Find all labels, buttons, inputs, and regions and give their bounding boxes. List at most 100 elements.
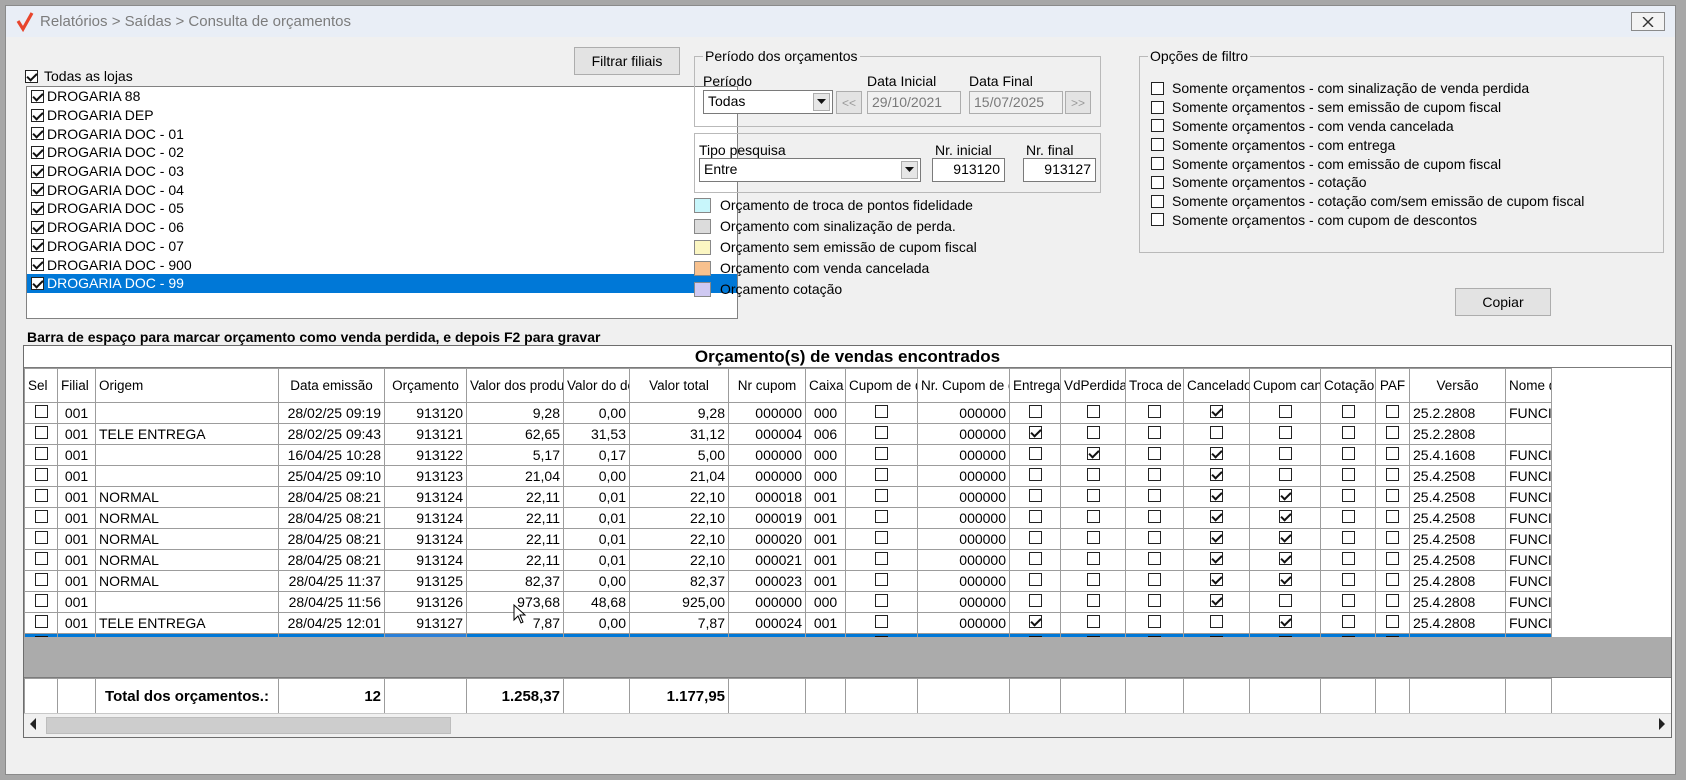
cell-cancelado[interactable] bbox=[1183, 465, 1250, 487]
cancelado-checkbox[interactable] bbox=[1210, 573, 1223, 586]
cell-paf[interactable] bbox=[1375, 591, 1410, 613]
vdperdida-checkbox[interactable] bbox=[1086, 615, 1100, 628]
paf-checkbox[interactable] bbox=[1386, 405, 1399, 418]
cell-vdperdida[interactable] bbox=[1060, 591, 1126, 613]
cupcanc-checkbox[interactable] bbox=[1278, 552, 1292, 565]
table-row[interactable]: 001 NORMAL 28/04/25 08:21 913124 22,11 0,01 22… bbox=[24, 528, 1552, 550]
cell-cupom[interactable]: 000018 bbox=[728, 486, 806, 508]
entrega-checkbox[interactable] bbox=[1028, 426, 1042, 439]
cell-cancelado[interactable] bbox=[1183, 507, 1250, 529]
cupdesc-checkbox[interactable] bbox=[875, 573, 888, 586]
cell-cupcanc[interactable] bbox=[1249, 402, 1321, 424]
entrega-checkbox[interactable] bbox=[1028, 468, 1042, 481]
cell-sel[interactable] bbox=[24, 549, 58, 571]
cell-orc[interactable]: 913124 bbox=[384, 528, 467, 550]
cancelado-checkbox[interactable] bbox=[1210, 510, 1223, 523]
cell-cancelado[interactable] bbox=[1183, 591, 1250, 613]
cupcanc-checkbox[interactable] bbox=[1278, 615, 1292, 628]
table-row[interactable]: 001 28/04/25 11:56 913126 973,68 48,68 925,00… bbox=[24, 591, 1552, 613]
cell-cancelado[interactable] bbox=[1183, 612, 1250, 634]
filter-option[interactable]: Somente orçamentos - com sinalização de … bbox=[1151, 79, 1584, 98]
troca-checkbox[interactable] bbox=[1148, 510, 1161, 523]
cell-vprod[interactable]: 9,28 bbox=[466, 402, 564, 424]
cell-sel[interactable] bbox=[24, 465, 58, 487]
table-row[interactable]: 001 28/02/25 09:19 913120 9,28 0,00 9,28 00000… bbox=[24, 402, 1552, 424]
cell-cotacao[interactable] bbox=[1320, 507, 1376, 529]
sel-checkbox[interactable] bbox=[34, 468, 48, 481]
cupdesc-checkbox[interactable] bbox=[875, 510, 888, 523]
cell-versao[interactable]: 25.2.2808 bbox=[1409, 423, 1506, 445]
filter-option[interactable]: Somente orçamentos - com emissão de cupo… bbox=[1151, 154, 1584, 173]
cotacao-checkbox[interactable] bbox=[1341, 447, 1355, 460]
cupcanc-checkbox[interactable] bbox=[1278, 405, 1292, 418]
cell-nrcupdesc[interactable]: 000000 bbox=[917, 612, 1010, 634]
store-checkbox[interactable] bbox=[31, 201, 44, 215]
cell-cupom[interactable]: 000000 bbox=[728, 402, 806, 424]
cell-vtot[interactable]: 22,10 bbox=[629, 549, 729, 571]
vdperdida-checkbox[interactable] bbox=[1086, 573, 1100, 586]
column-header[interactable]: VdPerdida bbox=[1060, 368, 1126, 403]
cell-entrega[interactable] bbox=[1009, 486, 1061, 508]
entrega-checkbox[interactable] bbox=[1028, 405, 1042, 418]
cell-entrega[interactable] bbox=[1009, 612, 1061, 634]
cell-nome[interactable]: FUNCIO bbox=[1505, 591, 1552, 613]
cell-vdperdida[interactable] bbox=[1060, 486, 1126, 508]
cell-sel[interactable] bbox=[24, 507, 58, 529]
cell-vtot[interactable]: 22,10 bbox=[629, 486, 729, 508]
cell-sel[interactable] bbox=[24, 423, 58, 445]
cell-data[interactable]: 28/04/25 08:21 bbox=[278, 549, 385, 571]
cell-paf[interactable] bbox=[1375, 486, 1410, 508]
entrega-checkbox[interactable] bbox=[1028, 615, 1042, 628]
troca-checkbox[interactable] bbox=[1148, 531, 1161, 544]
cell-troca[interactable] bbox=[1125, 465, 1184, 487]
cell-nome[interactable]: FUNCIO bbox=[1505, 486, 1552, 508]
cotacao-checkbox[interactable] bbox=[1341, 573, 1355, 586]
column-header[interactable]: Orçamento bbox=[384, 368, 467, 403]
cell-cupcanc[interactable] bbox=[1249, 612, 1321, 634]
next-period-button[interactable]: >> bbox=[1065, 91, 1091, 114]
cancelado-checkbox[interactable] bbox=[1210, 426, 1223, 439]
cell-versao[interactable]: 25.4.2508 bbox=[1409, 528, 1506, 550]
cell-cancelado[interactable] bbox=[1183, 486, 1250, 508]
filter-option-checkbox[interactable] bbox=[1151, 194, 1164, 208]
cell-data[interactable]: 28/04/25 11:37 bbox=[278, 570, 385, 592]
filter-option-checkbox[interactable] bbox=[1151, 81, 1164, 95]
cell-origem[interactable]: TELE ENTREGA bbox=[95, 423, 279, 445]
cell-cupom[interactable]: 000000 bbox=[728, 465, 806, 487]
column-header[interactable]: Sel bbox=[24, 368, 58, 403]
cell-cancelado[interactable] bbox=[1183, 423, 1250, 445]
start-date-field[interactable]: 29/10/2021 bbox=[867, 91, 961, 114]
store-checkbox[interactable] bbox=[31, 239, 44, 253]
store-list-item[interactable]: DROGARIA DOC - 900 bbox=[27, 255, 737, 274]
cell-vprod[interactable]: 5,17 bbox=[466, 444, 564, 466]
cell-orc[interactable]: 913123 bbox=[384, 465, 467, 487]
cupdesc-checkbox[interactable] bbox=[875, 447, 888, 460]
column-header[interactable]: Cupom de desconto bbox=[845, 368, 918, 403]
cell-cupdesc[interactable] bbox=[845, 591, 918, 613]
cell-orc[interactable]: 913124 bbox=[384, 549, 467, 571]
cell-filial[interactable]: 001 bbox=[57, 591, 96, 613]
cell-nrcupdesc[interactable]: 000000 bbox=[917, 507, 1010, 529]
cell-vdperdida[interactable] bbox=[1060, 528, 1126, 550]
entrega-checkbox[interactable] bbox=[1028, 531, 1042, 544]
cupdesc-checkbox[interactable] bbox=[875, 489, 888, 502]
table-row[interactable]: 001 NORMAL 28/04/25 08:21 913124 22,11 0,01 22… bbox=[24, 507, 1552, 529]
cell-vtot[interactable]: 22,10 bbox=[629, 528, 729, 550]
cell-troca[interactable] bbox=[1125, 423, 1184, 445]
cell-vprod[interactable]: 22,11 bbox=[466, 507, 564, 529]
cupcanc-checkbox[interactable] bbox=[1278, 489, 1292, 502]
cell-nome[interactable]: FUNCIO bbox=[1505, 570, 1552, 592]
entrega-checkbox[interactable] bbox=[1028, 594, 1042, 607]
troca-checkbox[interactable] bbox=[1148, 447, 1161, 460]
cell-caixa[interactable]: 006 bbox=[805, 423, 846, 445]
all-stores-checkbox[interactable]: Todas as lojas bbox=[25, 68, 133, 84]
cell-cupcanc[interactable] bbox=[1249, 444, 1321, 466]
cell-vtot[interactable]: 82,37 bbox=[629, 570, 729, 592]
cell-entrega[interactable] bbox=[1009, 507, 1061, 529]
cell-vdperdida[interactable] bbox=[1060, 465, 1126, 487]
cell-filial[interactable]: 001 bbox=[57, 465, 96, 487]
cell-troca[interactable] bbox=[1125, 486, 1184, 508]
cell-vprod[interactable]: 62,65 bbox=[466, 423, 564, 445]
cell-orc[interactable]: 913120 bbox=[384, 402, 467, 424]
cell-entrega[interactable] bbox=[1009, 465, 1061, 487]
